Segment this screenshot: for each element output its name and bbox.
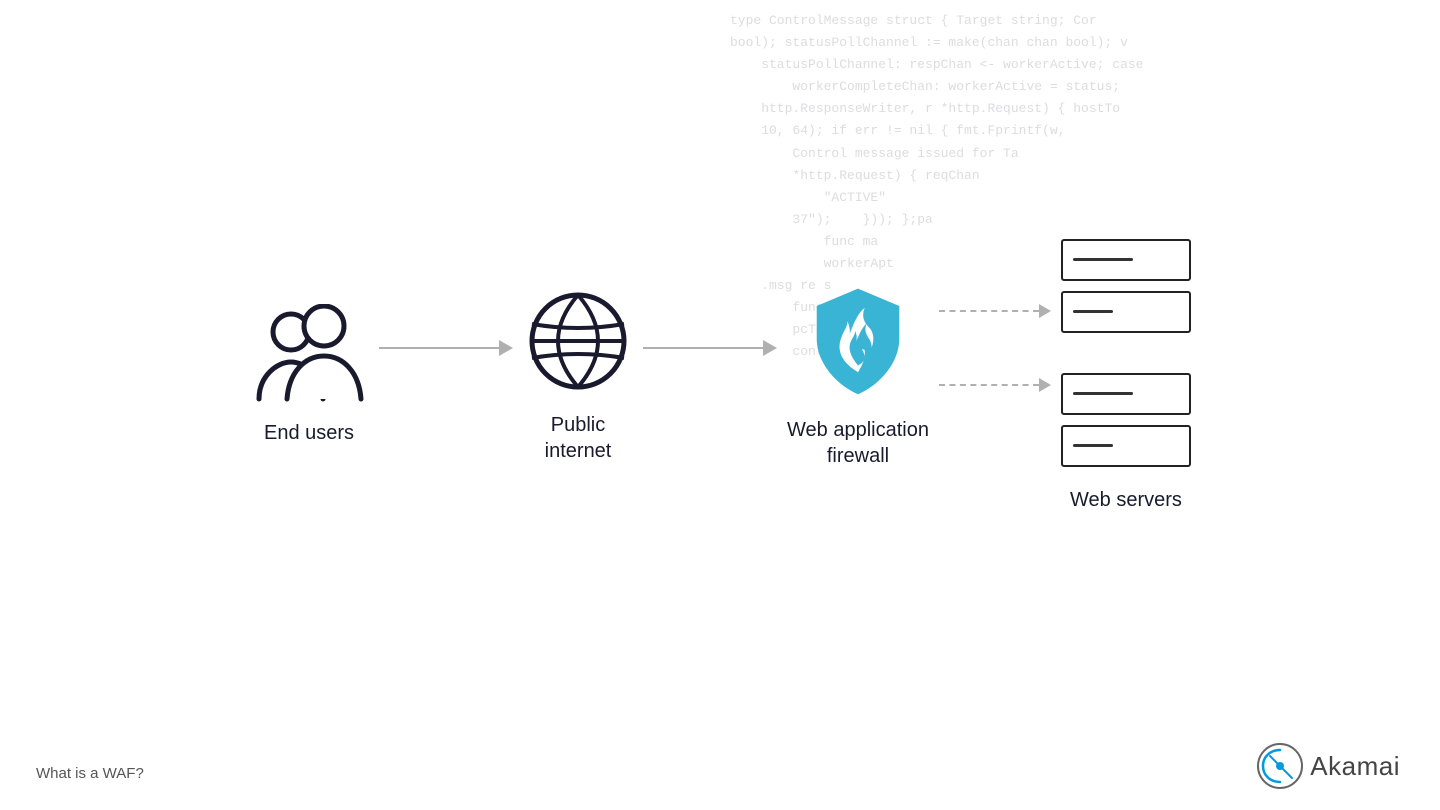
server-icon-1 — [1061, 239, 1191, 281]
server-icon-2 — [1061, 291, 1191, 333]
server-line-4a — [1073, 444, 1113, 447]
server-line-2a — [1073, 310, 1113, 313]
arrow-users-to-internet — [379, 340, 513, 356]
server-icon-3 — [1061, 373, 1191, 415]
end-users-node: End users — [249, 304, 369, 446]
globe-icon — [523, 286, 633, 396]
server-icon-4 — [1061, 425, 1191, 467]
diagram-inner: End users Public internet — [249, 239, 1191, 512]
servers-stack — [1061, 239, 1191, 467]
dashed-arrow-bottom — [939, 378, 1051, 392]
arrow-head-1 — [499, 340, 513, 356]
arrow-line-1 — [379, 347, 499, 349]
akamai-text: Akamai — [1310, 751, 1400, 782]
server-line-1a — [1073, 258, 1133, 261]
waf-icon — [803, 281, 913, 401]
bottom-left-text: What is a WAF? — [36, 765, 144, 782]
arrow-line-2 — [643, 347, 763, 349]
web-servers-group: Web servers — [1061, 239, 1191, 512]
arrow-internet-to-waf — [643, 340, 777, 356]
dashed-arrowhead-2 — [1039, 378, 1051, 392]
dashed-arrow-top — [939, 304, 1051, 318]
akamai-logo-container: Akamai — [1256, 742, 1400, 790]
users-icon — [249, 304, 369, 404]
dashed-arrowhead-1 — [1039, 304, 1051, 318]
arrow-head-2 — [763, 340, 777, 356]
public-internet-node: Public internet — [523, 286, 633, 464]
end-users-label: End users — [264, 420, 354, 446]
dashed-arrows-container — [939, 304, 1051, 392]
diagram-container: End users Public internet — [0, 0, 1440, 810]
dashed-line-2 — [939, 384, 1039, 386]
waf-label: Web application firewall — [787, 417, 929, 469]
akamai-logo: Akamai — [1256, 742, 1400, 790]
public-internet-label: Public internet — [545, 412, 612, 464]
waf-node: Web application firewall — [787, 281, 929, 469]
web-servers-label: Web servers — [1070, 489, 1182, 512]
akamai-circle-icon — [1256, 742, 1304, 790]
dashed-line-1 — [939, 310, 1039, 312]
what-is-waf-label: What is a WAF? — [36, 765, 144, 782]
server-line-3a — [1073, 392, 1133, 395]
